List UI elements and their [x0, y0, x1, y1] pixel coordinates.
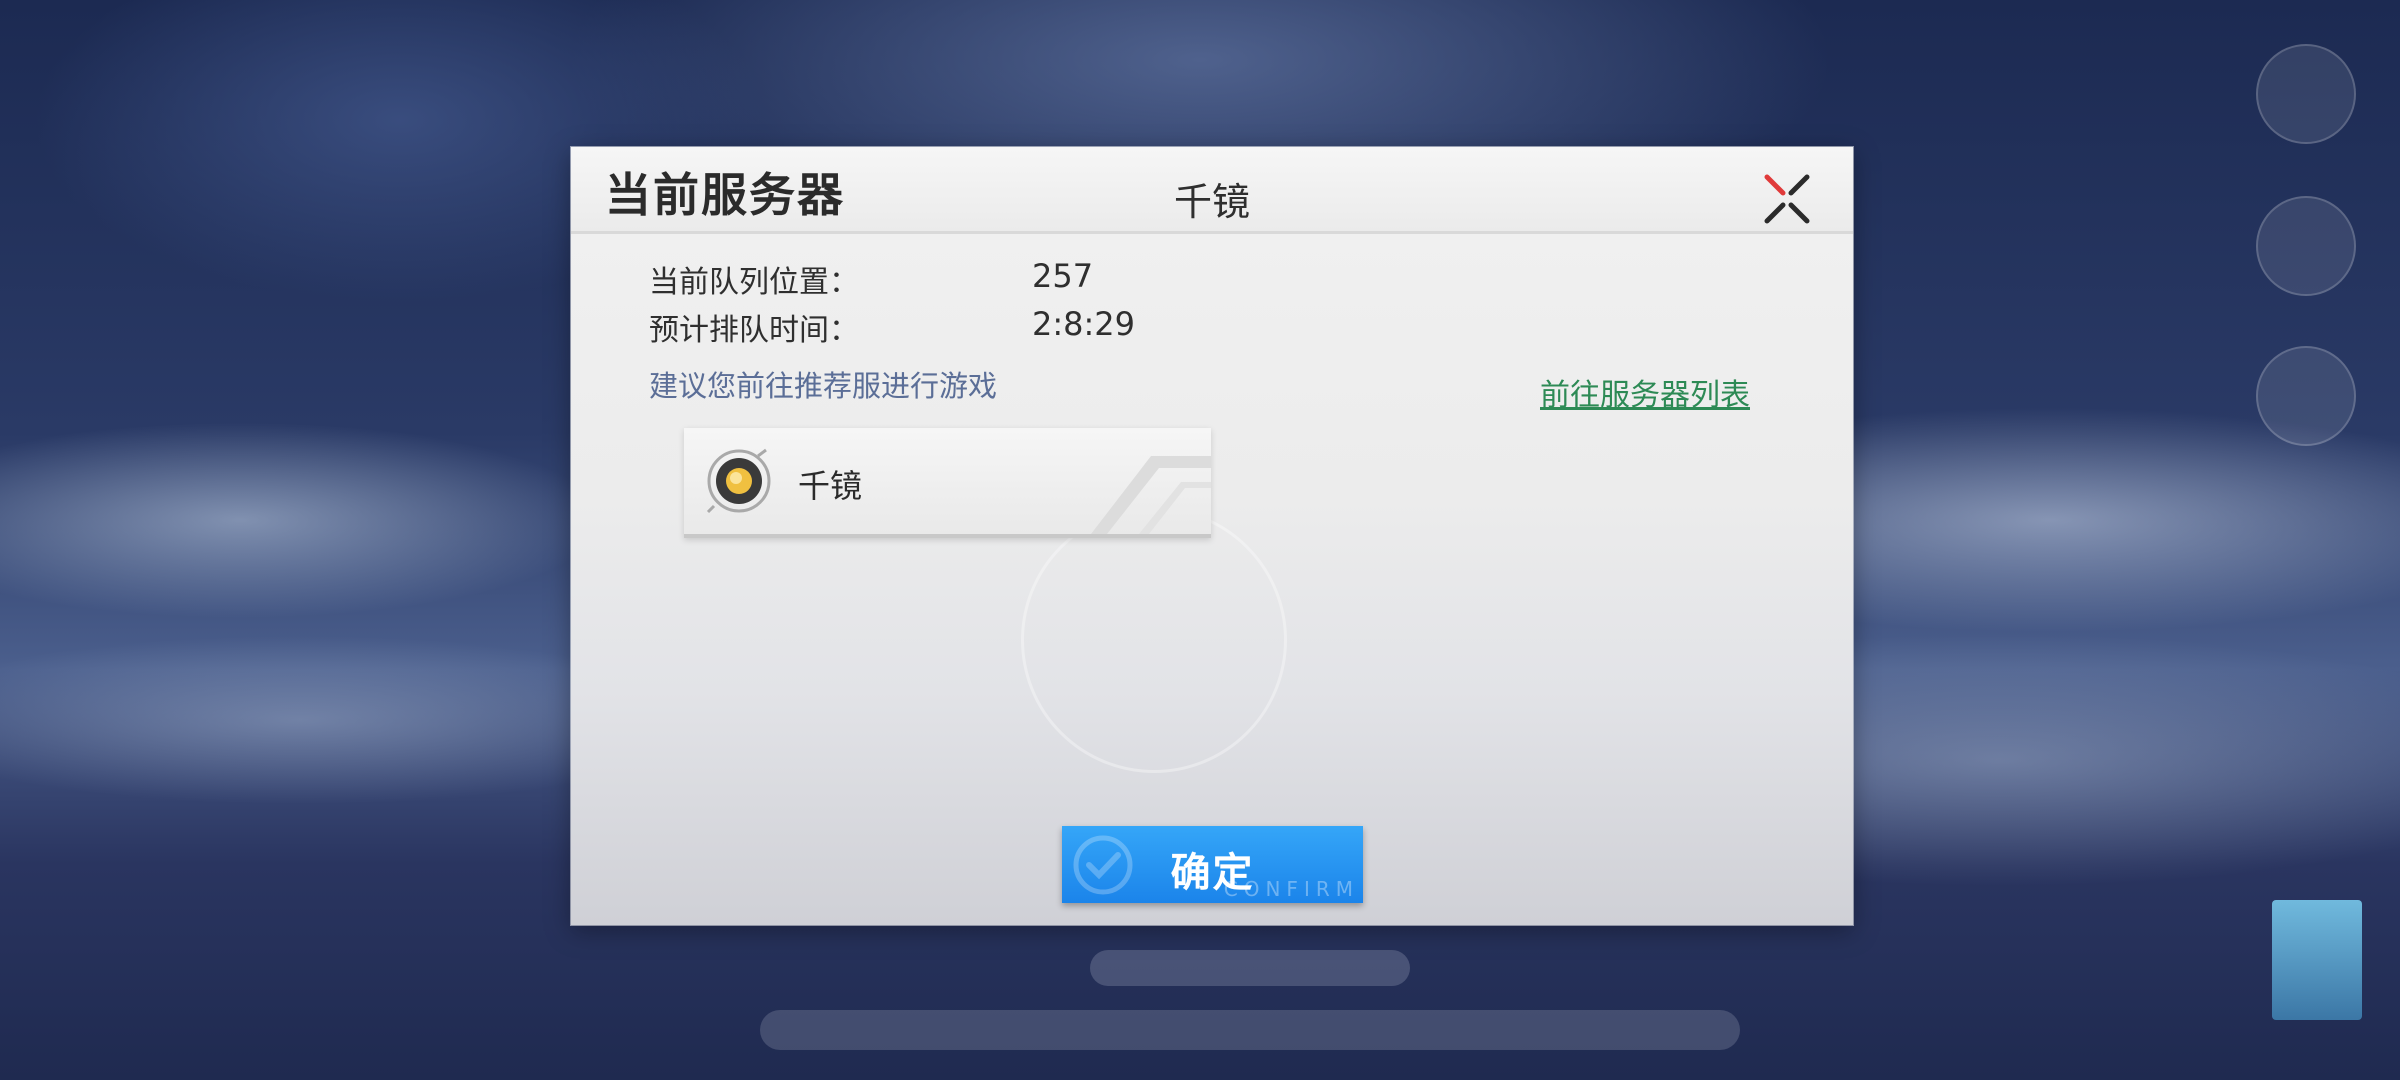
recommended-server-name: 千镜 — [798, 467, 863, 505]
close-icon — [1764, 174, 1810, 224]
wait-time-label: 预计排队时间： — [649, 313, 859, 348]
background-blur-text — [1090, 950, 1410, 986]
queue-position-label: 当前队列位置： — [649, 265, 859, 300]
dialog-header: 当前服务器 千镜 — [571, 147, 1853, 234]
side-settings-icon[interactable] — [2256, 196, 2356, 296]
side-menu-icon[interactable] — [2256, 44, 2356, 144]
server-queue-dialog: 当前服务器 千镜 当前队列位置： 257 预计排队时间： 2:8:29 建议您前… — [571, 147, 1853, 925]
wait-time-value: 2:8:29 — [1032, 305, 1135, 343]
suggestion-text: 建议您前往推荐服进行游戏 — [649, 369, 998, 403]
close-button[interactable] — [1761, 173, 1813, 225]
confirm-button[interactable]: 确定 CONFIRM — [1062, 826, 1363, 903]
recommended-server-card[interactable]: 千镜 — [684, 428, 1211, 538]
side-tile-button[interactable] — [2272, 900, 2362, 1020]
card-decoration — [1091, 456, 1211, 534]
current-server-name: 千镜 — [1173, 180, 1250, 224]
queue-position-value: 257 — [1032, 257, 1094, 295]
dialog-watermark — [1021, 507, 1287, 773]
side-notice-icon[interactable] — [2256, 346, 2356, 446]
goto-server-list-link[interactable]: 前往服务器列表 — [1540, 370, 1750, 414]
server-status-icon — [706, 448, 771, 514]
confirm-sub-label: CONFIRM — [1223, 877, 1359, 901]
background-blur-text — [760, 1010, 1740, 1050]
